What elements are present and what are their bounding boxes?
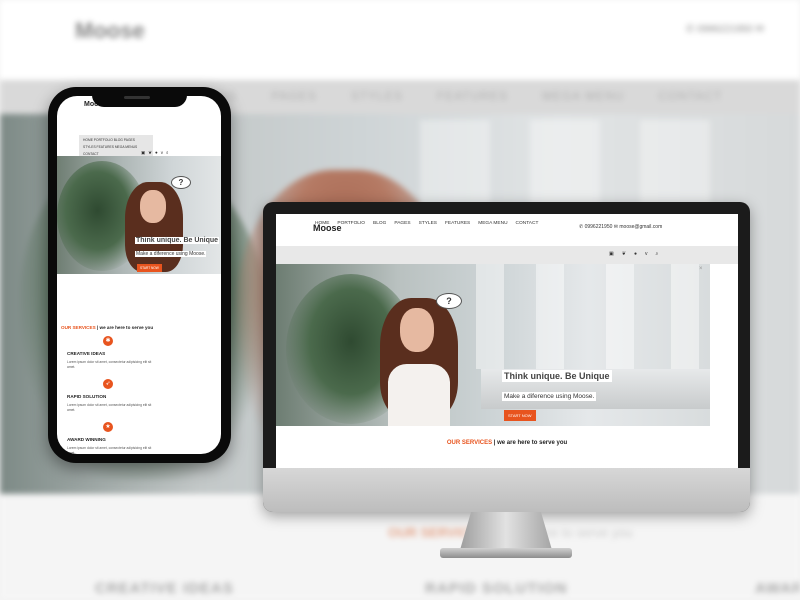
desktop-services-heading: OUR SERVICES | we are here to serve you [276, 440, 738, 446]
search-icon[interactable]: ⌕ [655, 251, 658, 257]
nav-item-styles[interactable]: STYLES [419, 221, 437, 226]
desktop-nav-bar [276, 246, 738, 264]
mobile-services-heading: OUR SERVICES | we are here to serve you [61, 325, 153, 330]
mobile-hero-heading: Think unique. Be Unique [135, 237, 220, 244]
linkedin-icon[interactable]: ▣ [609, 251, 614, 257]
services-separator: | [493, 440, 496, 446]
services-tagline: we are here to serve you [497, 440, 568, 446]
nav-item-features[interactable]: FEATURES [445, 221, 470, 226]
background-nav-item: MEGA MENU [541, 89, 625, 103]
thought-bubble-icon: ? [171, 176, 191, 189]
phone-icon: ✆ [579, 224, 584, 230]
background-nav-item: FEATURES [436, 89, 508, 103]
hero-woman-face [140, 190, 166, 223]
background-nav-items: BLOG PAGES STYLES FEATURES MEGA MENU CON… [200, 89, 722, 103]
trophy-icon: ★ [103, 422, 113, 432]
hero-woman-top [388, 364, 450, 426]
desktop-screen: Moose ✆ 0996221950 ✉ moose@gmail.com HOM… [276, 214, 738, 468]
desktop-contact-info: ✆ 0996221950 ✉ moose@gmail.com [579, 224, 662, 230]
services-separator: | [96, 325, 99, 330]
background-feature: AWAR [755, 580, 800, 597]
nav-item-mega-menu[interactable]: MEGA MENU [478, 221, 507, 226]
desktop-hero-banner: ? Think unique. Be Unique Make a diferen… [276, 264, 710, 426]
rocket-icon: ➶ [103, 379, 113, 389]
desktop-email[interactable]: moose@gmail.com [619, 224, 662, 230]
phone-speaker [124, 96, 150, 99]
lightbulb-icon: ✱ [103, 336, 113, 346]
hero-window [606, 264, 634, 369]
mobile-nav-line[interactable]: HOME PORTFOLIO BLOG PAGES [83, 138, 135, 142]
desktop-social-icons: ▣ ❦ ● v ⌕ [609, 251, 658, 257]
service-title: CREATIVE IDEAS [67, 351, 106, 356]
desktop-nav-menu: HOME PORTFOLIO BLOG PAGES STYLES FEATURE… [315, 221, 538, 226]
service-title: RAPID SOLUTION [67, 394, 107, 399]
hero-woman-face [400, 308, 434, 352]
flickr-icon[interactable]: ● [634, 251, 637, 257]
thought-bubble-icon: ? [436, 293, 462, 309]
background-nav-item: STYLES [350, 89, 403, 103]
background-nav-item: PAGES [271, 89, 317, 103]
nav-item-contact[interactable]: CONTACT [516, 221, 539, 226]
hero-subheading: Make a diference using Moose. [502, 392, 597, 401]
envelope-icon: ✉ [613, 224, 618, 230]
background-feature: CREATIVE IDEAS [95, 580, 234, 597]
background-contact: ✆ 0996221950 ✉ [686, 24, 764, 35]
hero-heading: Think unique. Be Unique [502, 370, 612, 382]
services-accent: OUR SERVICES [61, 325, 96, 330]
nav-item-home[interactable]: HOME [315, 221, 329, 226]
vimeo-icon[interactable]: v [645, 251, 648, 257]
desktop-header: Moose ✆ 0996221950 ✉ moose@gmail.com [276, 214, 738, 246]
background-phone: 0996221950 [697, 24, 753, 35]
hero-window [476, 264, 504, 369]
mobile-start-now-button[interactable]: START NOW [137, 264, 162, 272]
nav-item-pages[interactable]: PAGES [394, 221, 410, 226]
hero-window [671, 264, 699, 369]
nav-item-portfolio[interactable]: PORTFOLIO [337, 221, 365, 226]
twitter-icon[interactable]: ❦ [622, 251, 626, 257]
service-description: Lorem ipsum dolor sit amet, consectetur … [67, 403, 152, 412]
services-accent: OUR SERVICES [446, 440, 493, 446]
service-description: Lorem ipsum dolor sit amet, consectetur … [67, 360, 152, 369]
service-title: AWARD WINNING [67, 437, 106, 442]
mobile-hero-banner: ? Think unique. Be Unique Make a diferen… [57, 156, 221, 274]
background-nav-item: CONTACT [658, 89, 723, 103]
monitor-base [440, 548, 572, 558]
start-now-button[interactable]: START NOW [504, 410, 536, 421]
nav-item-blog[interactable]: BLOG [373, 221, 386, 226]
services-tagline: we are here to serve you [99, 325, 154, 330]
monitor-stand [460, 512, 552, 550]
mobile-screen: Moose HOME PORTFOLIO BLOG PAGES STYLES F… [57, 96, 221, 454]
background-feature: RAPID SOLUTION [425, 580, 568, 597]
monitor-chin [263, 468, 750, 512]
mobile-hero-subheading: Make a diference using Moose. [135, 251, 207, 257]
service-description: Lorem ipsum dolor sit amet, consectetur … [67, 446, 152, 454]
close-icon[interactable]: × [699, 266, 703, 272]
hero-window [536, 264, 564, 369]
mobile-nav-line[interactable]: STYLES FEATURES MEGA MENUS [83, 145, 137, 149]
desktop-phone: 0996221950 [584, 224, 613, 230]
background-logo: Moose [75, 18, 145, 43]
